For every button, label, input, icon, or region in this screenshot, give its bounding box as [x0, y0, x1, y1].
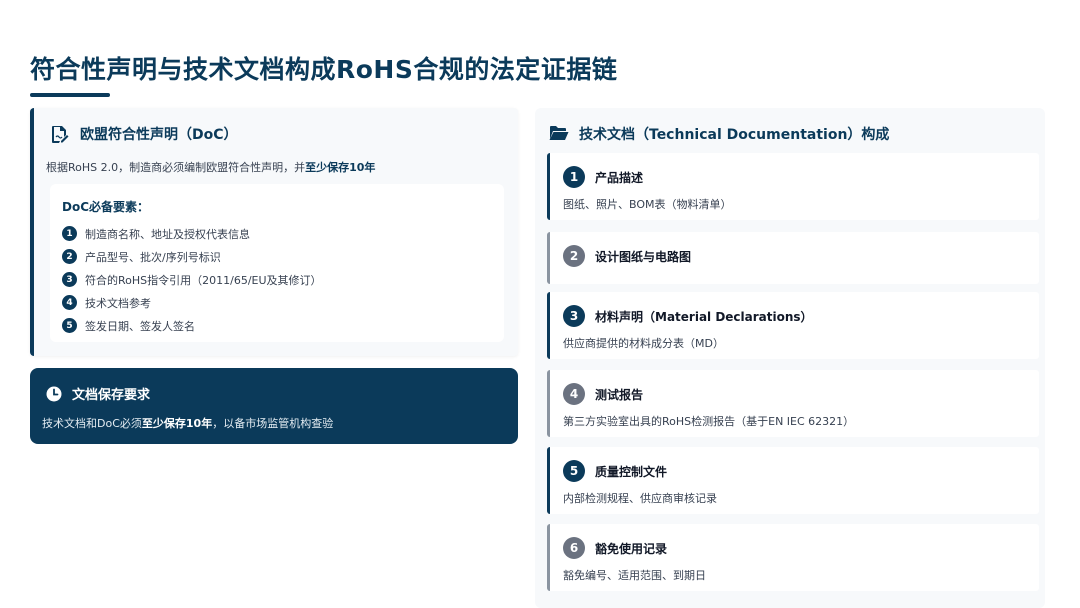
- tech-item-product-description: 1 产品描述 图纸、照片、BOM表（物料清单）: [547, 153, 1039, 220]
- item-title: 设计图纸与电路图: [595, 249, 692, 264]
- folder-open-icon: [549, 125, 569, 143]
- doc-header: 欧盟符合性声明（DoC）: [50, 124, 238, 144]
- storage-text: 技术文档和DoC必须至少保存10年，以备市场监管机构查验: [42, 415, 333, 431]
- item-description: 内部检测规程、供应商审核记录: [563, 492, 717, 505]
- item-description: 图纸、照片、BOM表（物料清单）: [563, 198, 732, 211]
- requirements-list: 1 制造商名称、地址及授权代表信息 2 产品型号、批次/序列号标识 3 符合的R…: [62, 222, 322, 337]
- tech-docs-panel: 技术文档（Technical Documentation）构成 1 产品描述 图…: [535, 108, 1045, 608]
- number-badge: 1: [62, 226, 77, 241]
- clock-icon: [46, 386, 62, 402]
- number-badge: 5: [563, 460, 585, 482]
- list-item: 2 产品型号、批次/序列号标识: [62, 245, 322, 268]
- tech-item-design-drawings: 2 设计图纸与电路图: [547, 232, 1039, 284]
- storage-text-suffix: ，以备市场监管机构查验: [212, 417, 334, 430]
- storage-text-prefix: 技术文档和DoC必须: [42, 417, 142, 430]
- number-badge: 5: [62, 318, 77, 333]
- doc-desc-emphasis: 至少保存10年: [305, 161, 376, 174]
- doc-description: 根据RoHS 2.0，制造商必须编制欧盟符合性声明，并至少保存10年: [46, 159, 375, 175]
- requirement-text: 签发日期、签发人签名: [85, 319, 195, 333]
- list-item: 5 签发日期、签发人签名: [62, 314, 322, 337]
- title-underline: [30, 93, 110, 97]
- item-head: 2 设计图纸与电路图: [563, 245, 691, 267]
- doc-card-title: 欧盟符合性声明（DoC）: [80, 127, 238, 143]
- item-title: 豁免使用记录: [595, 541, 668, 556]
- item-head: 6 豁免使用记录: [563, 537, 667, 559]
- doc-card: 欧盟符合性声明（DoC） 根据RoHS 2.0，制造商必须编制欧盟符合性声明，并…: [30, 108, 518, 356]
- requirements-title: DoC必备要素：: [62, 200, 150, 214]
- storage-header: 文档保存要求: [46, 384, 150, 403]
- number-badge: 4: [563, 383, 585, 405]
- number-badge: 2: [563, 245, 585, 267]
- item-head: 5 质量控制文件: [563, 460, 667, 482]
- tech-item-quality-control: 5 质量控制文件 内部检测规程、供应商审核记录: [547, 447, 1039, 514]
- requirement-text: 符合的RoHS指令引用（2011/65/EU及其修订）: [85, 273, 322, 287]
- item-description: 豁免编号、适用范围、到期日: [563, 569, 706, 582]
- item-description: 供应商提供的材料成分表（MD）: [563, 337, 724, 350]
- tech-header: 技术文档（Technical Documentation）构成: [549, 124, 889, 144]
- item-title: 材料声明（Material Declarations）: [595, 309, 813, 324]
- item-head: 1 产品描述: [563, 166, 643, 188]
- tech-item-exemption-records: 6 豁免使用记录 豁免编号、适用范围、到期日: [547, 524, 1039, 591]
- list-item: 1 制造商名称、地址及授权代表信息: [62, 222, 322, 245]
- page-title: 符合性声明与技术文档构成RoHS合规的法定证据链: [30, 55, 618, 84]
- requirements-box: DoC必备要素： 1 制造商名称、地址及授权代表信息 2 产品型号、批次/序列号…: [50, 184, 504, 342]
- item-head: 4 测试报告: [563, 383, 643, 405]
- number-badge: 6: [563, 537, 585, 559]
- doc-desc-text: 根据RoHS 2.0，制造商必须编制欧盟符合性声明，并: [46, 161, 306, 174]
- number-badge: 3: [62, 272, 77, 287]
- requirement-text: 制造商名称、地址及授权代表信息: [85, 227, 250, 241]
- requirement-text: 产品型号、批次/序列号标识: [85, 250, 221, 264]
- tech-panel-title: 技术文档（Technical Documentation）构成: [579, 127, 890, 143]
- item-head: 3 材料声明（Material Declarations）: [563, 305, 813, 327]
- number-badge: 3: [563, 305, 585, 327]
- storage-text-emphasis: 至少保存10年: [141, 417, 213, 430]
- tech-item-test-reports: 4 测试报告 第三方实验室出具的RoHS检测报告（基于EN IEC 62321）: [547, 370, 1039, 437]
- file-signature-icon: [50, 124, 70, 144]
- item-title: 质量控制文件: [595, 464, 668, 479]
- item-title: 产品描述: [595, 170, 644, 185]
- number-badge: 2: [62, 249, 77, 264]
- item-description: 第三方实验室出具的RoHS检测报告（基于EN IEC 62321）: [563, 415, 855, 428]
- item-title: 测试报告: [595, 387, 644, 402]
- list-item: 3 符合的RoHS指令引用（2011/65/EU及其修订）: [62, 268, 322, 291]
- number-badge: 1: [563, 166, 585, 188]
- storage-title: 文档保存要求: [72, 388, 151, 403]
- requirement-text: 技术文档参考: [85, 296, 151, 310]
- number-badge: 4: [62, 295, 77, 310]
- list-item: 4 技术文档参考: [62, 291, 322, 314]
- storage-requirement-card: 文档保存要求 技术文档和DoC必须至少保存10年，以备市场监管机构查验: [30, 368, 518, 444]
- tech-item-material-declarations: 3 材料声明（Material Declarations） 供应商提供的材料成分…: [547, 292, 1039, 359]
